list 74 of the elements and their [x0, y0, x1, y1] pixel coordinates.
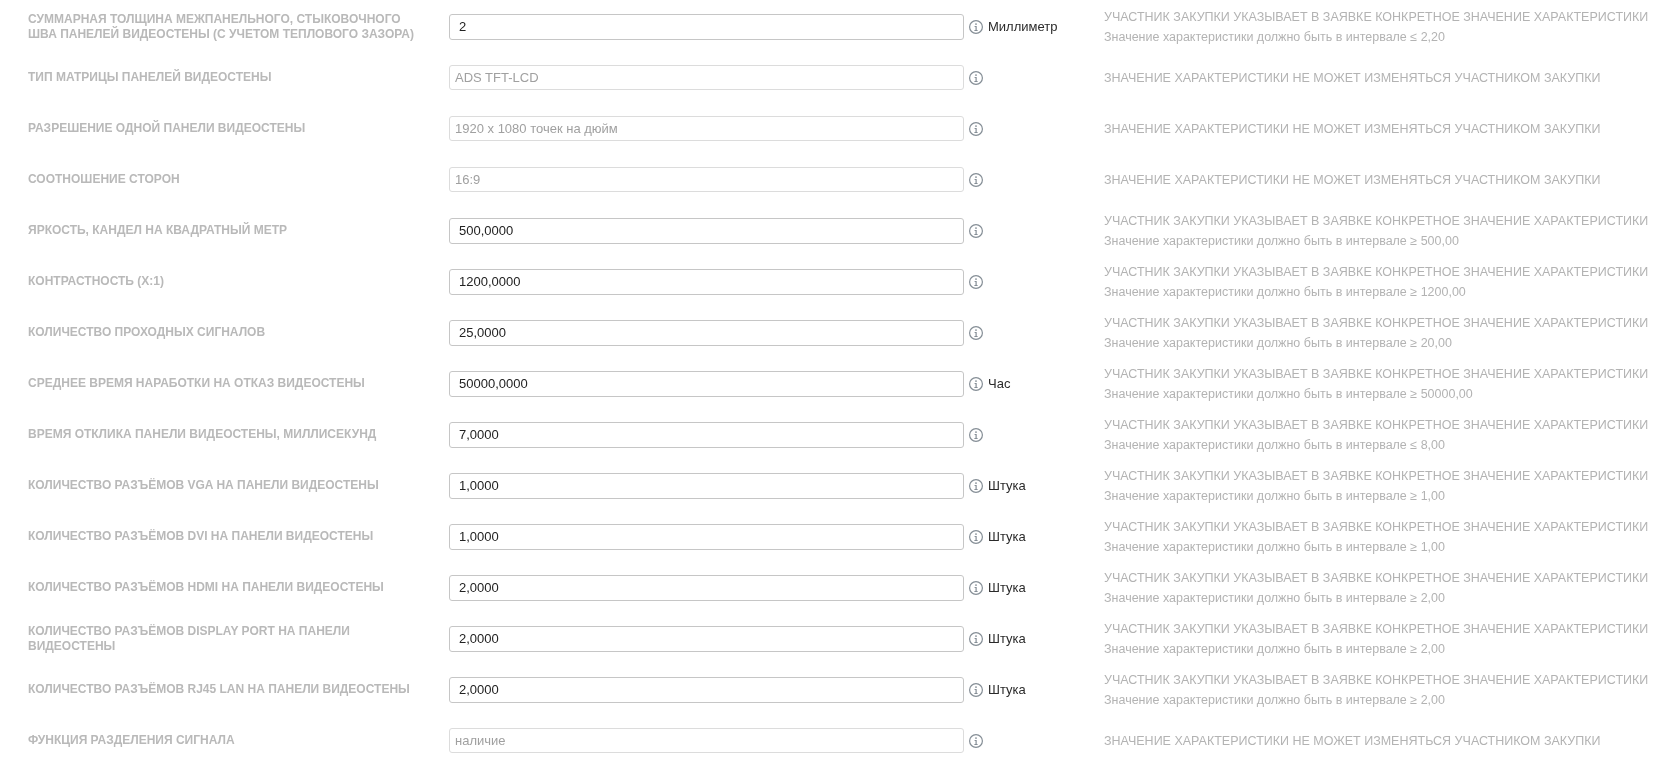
input-field[interactable]: 1,0000	[449, 472, 964, 499]
field-label: КОЛИЧЕСТВО РАЗЪЁМОВ HDMI НА ПАНЕЛИ ВИДЕОСТЕНЫ	[28, 580, 384, 595]
field-label: РАЗРЕШЕНИЕ ОДНОЙ ПАНЕЛИ ВИДЕОСТЕНЫ	[28, 121, 306, 136]
field-label: КОЛИЧЕСТВО ПРОХОДНЫХ СИГНАЛОВ	[28, 325, 266, 340]
requirement-title: УЧАСТНИК ЗАКУПКИ УКАЗЫВАЕТ В ЗАЯВКЕ КОНКРЕТНОЕ ЗНАЧЕНИЕ ХАРАКТЕРИСТИКИ	[1104, 416, 1649, 434]
field-label: ВРЕМЯ ОТКЛИКА ПАНЕЛИ ВИДЕОСТЕНЫ, МИЛЛИСЕКУНД	[28, 427, 377, 442]
field-label: КОНТРАСТНОСТЬ (X:1)	[28, 274, 164, 289]
requirement-range: Значение характеристики должно быть в интервале ≥ 2,00	[1104, 589, 1445, 607]
input-field[interactable]: 2,0000	[449, 574, 964, 601]
input-field[interactable]: 2,0000	[449, 676, 964, 703]
field-label: СРЕДНЕЕ ВРЕМЯ НАРАБОТКИ НА ОТКАЗ ВИДЕОСТЕНЫ	[28, 376, 365, 391]
unit-label: Штука	[988, 629, 1026, 648]
info-icon[interactable]	[969, 733, 983, 748]
requirement-title: УЧАСТНИК ЗАКУПКИ УКАЗЫВАЕТ В ЗАЯВКЕ КОНКРЕТНОЕ ЗНАЧЕНИЕ ХАРАКТЕРИСТИКИ	[1104, 263, 1649, 281]
requirement-range: Значение характеристики должно быть в интервале ≥ 500,00	[1104, 232, 1459, 250]
info-icon[interactable]	[969, 172, 983, 187]
input-field[interactable]: 50000,0000	[449, 370, 964, 397]
info-icon[interactable]	[969, 121, 983, 136]
input-field[interactable]: 2	[449, 13, 964, 40]
field-label: ТИП МАТРИЦЫ ПАНЕЛЕЙ ВИДЕОСТЕНЫ	[28, 70, 272, 85]
requirement-range: Значение характеристики должно быть в интервале ≥ 2,00	[1104, 640, 1445, 658]
requirement-title: УЧАСТНИК ЗАКУПКИ УКАЗЫВАЕТ В ЗАЯВКЕ КОНКРЕТНОЕ ЗНАЧЕНИЕ ХАРАКТЕРИСТИКИ	[1104, 212, 1649, 230]
requirement-range: Значение характеристики должно быть в интервале ≤ 8,00	[1104, 436, 1445, 454]
requirement-range: Значение характеристики должно быть в интервале ≥ 20,00	[1104, 334, 1452, 352]
requirement-range: Значение характеристики должно быть в интервале ≥ 1200,00	[1104, 283, 1466, 301]
field-label: СУММАРНАЯ ТОЛЩИНА МЕЖПАНЕЛЬНОГО, СТЫКОВОЧНОГО ШВА ПАНЕЛЕЙ ВИДЕОСТЕНЫ (С УЧЕТОМ ТЕПЛОВОГО ЗАЗОРА)	[28, 11, 415, 42]
info-icon[interactable]	[969, 427, 983, 442]
info-icon[interactable]	[969, 580, 983, 595]
field-label: КОЛИЧЕСТВО РАЗЪЁМОВ DVI НА ПАНЕЛИ ВИДЕОСТЕНЫ	[28, 529, 374, 544]
requirement-title: УЧАСТНИК ЗАКУПКИ УКАЗЫВАЕТ В ЗАЯВКЕ КОНКРЕТНОЕ ЗНАЧЕНИЕ ХАРАКТЕРИСТИКИ	[1104, 569, 1649, 587]
field-label: КОЛИЧЕСТВО РАЗЪЁМОВ RJ45 LAN НА ПАНЕЛИ ВИДЕОСТЕНЫ	[28, 682, 410, 697]
input-field[interactable]: 7,0000	[449, 421, 964, 448]
requirement-title: УЧАСТНИК ЗАКУПКИ УКАЗЫВАЕТ В ЗАЯВКЕ КОНКРЕТНОЕ ЗНАЧЕНИЕ ХАРАКТЕРИСТИКИ	[1104, 620, 1649, 638]
requirement-range: Значение характеристики должно быть в интервале ≤ 2,20	[1104, 28, 1445, 46]
requirement-title: ЗНАЧЕНИЕ ХАРАКТЕРИСТИКИ НЕ МОЖЕТ ИЗМЕНЯТЬСЯ УЧАСТНИКОМ ЗАКУПКИ	[1104, 69, 1601, 87]
requirement-range: Значение характеристики должно быть в интервале ≥ 2,00	[1104, 691, 1445, 709]
info-icon[interactable]	[969, 529, 983, 544]
requirement-title: ЗНАЧЕНИЕ ХАРАКТЕРИСТИКИ НЕ МОЖЕТ ИЗМЕНЯТЬСЯ УЧАСТНИКОМ ЗАКУПКИ	[1104, 171, 1601, 189]
field-label: ФУНКЦИЯ РАЗДЕЛЕНИЯ СИГНАЛА	[28, 733, 235, 748]
field-label: ЯРКОСТЬ, КАНДЕЛ НА КВАДРАТНЫЙ МЕТР	[28, 223, 287, 238]
requirement-title: УЧАСТНИК ЗАКУПКИ УКАЗЫВАЕТ В ЗАЯВКЕ КОНКРЕТНОЕ ЗНАЧЕНИЕ ХАРАКТЕРИСТИКИ	[1104, 671, 1649, 689]
requirement-range: Значение характеристики должно быть в интервале ≥ 1,00	[1104, 538, 1445, 556]
requirement-title: ЗНАЧЕНИЕ ХАРАКТЕРИСТИКИ НЕ МОЖЕТ ИЗМЕНЯТЬСЯ УЧАСТНИКОМ ЗАКУПКИ	[1104, 120, 1601, 138]
requirement-range: Значение характеристики должно быть в интервале ≥ 50000,00	[1104, 385, 1473, 403]
requirement-range: Значение характеристики должно быть в интервале ≥ 1,00	[1104, 487, 1445, 505]
info-icon[interactable]	[969, 223, 983, 238]
info-icon[interactable]	[969, 70, 983, 85]
input-field[interactable]: 2,0000	[449, 625, 964, 652]
requirement-title: ЗНАЧЕНИЕ ХАРАКТЕРИСТИКИ НЕ МОЖЕТ ИЗМЕНЯТЬСЯ УЧАСТНИКОМ ЗАКУПКИ	[1104, 732, 1601, 750]
input-field[interactable]: 25,0000	[449, 319, 964, 346]
field-label: КОЛИЧЕСТВО РАЗЪЁМОВ DISPLAY PORT НА ПАНЕЛИ ВИДЕОСТЕНЫ	[28, 623, 351, 654]
unit-label: Миллиметр	[988, 17, 1058, 36]
input-field[interactable]: 1,0000	[449, 523, 964, 550]
info-icon[interactable]	[969, 376, 983, 391]
input-field[interactable]: 500,0000	[449, 217, 964, 244]
info-icon[interactable]	[969, 478, 983, 493]
unit-label: Час	[988, 374, 1011, 393]
info-icon[interactable]	[969, 19, 983, 34]
requirement-title: УЧАСТНИК ЗАКУПКИ УКАЗЫВАЕТ В ЗАЯВКЕ КОНКРЕТНОЕ ЗНАЧЕНИЕ ХАРАКТЕРИСТИКИ	[1104, 365, 1649, 383]
info-icon[interactable]	[969, 325, 983, 340]
field-label: СООТНОШЕНИЕ СТОРОН	[28, 172, 180, 187]
unit-label: Штука	[988, 680, 1026, 699]
requirement-title: УЧАСТНИК ЗАКУПКИ УКАЗЫВАЕТ В ЗАЯВКЕ КОНКРЕТНОЕ ЗНАЧЕНИЕ ХАРАКТЕРИСТИКИ	[1104, 518, 1649, 536]
field-label: КОЛИЧЕСТВО РАЗЪЁМОВ VGA НА ПАНЕЛИ ВИДЕОСТЕНЫ	[28, 478, 379, 493]
info-icon[interactable]	[969, 274, 983, 289]
info-icon[interactable]	[969, 631, 983, 646]
unit-label: Штука	[988, 476, 1026, 495]
info-icon[interactable]	[969, 682, 983, 697]
requirement-title: УЧАСТНИК ЗАКУПКИ УКАЗЫВАЕТ В ЗАЯВКЕ КОНКРЕТНОЕ ЗНАЧЕНИЕ ХАРАКТЕРИСТИКИ	[1104, 467, 1649, 485]
requirement-title: УЧАСТНИК ЗАКУПКИ УКАЗЫВАЕТ В ЗАЯВКЕ КОНКРЕТНОЕ ЗНАЧЕНИЕ ХАРАКТЕРИСТИКИ	[1104, 314, 1649, 332]
unit-label: Штука	[988, 578, 1026, 597]
input-field[interactable]: 1200,0000	[449, 268, 964, 295]
requirement-title: УЧАСТНИК ЗАКУПКИ УКАЗЫВАЕТ В ЗАЯВКЕ КОНКРЕТНОЕ ЗНАЧЕНИЕ ХАРАКТЕРИСТИКИ	[1104, 8, 1649, 26]
unit-label: Штука	[988, 527, 1026, 546]
